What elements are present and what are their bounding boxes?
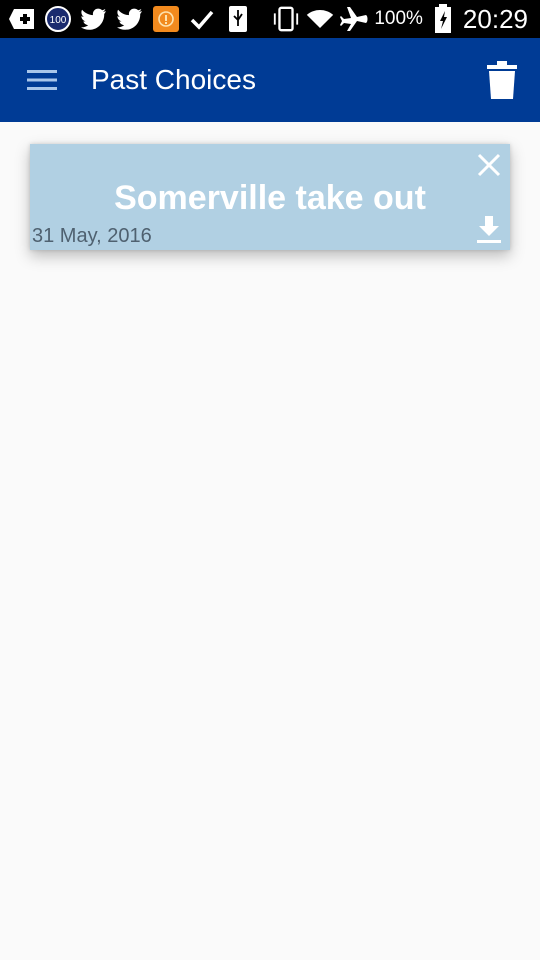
airplane-icon	[340, 5, 368, 33]
wifi-icon	[306, 5, 334, 33]
choice-title: Somerville take out	[114, 179, 426, 217]
usb-icon	[224, 5, 252, 33]
choice-date: 31 May, 2016	[32, 225, 152, 247]
twitter-icon	[116, 5, 144, 33]
check-icon	[188, 5, 216, 33]
past-choice-card[interactable]: Somerville take out 31 May, 2016	[30, 144, 510, 250]
status-bar-notifications: 100	[0, 5, 252, 33]
download-icon[interactable]	[474, 214, 504, 246]
hamburger-menu-icon[interactable]	[20, 58, 64, 102]
twitter-icon	[80, 5, 108, 33]
plus-box-icon	[8, 5, 36, 33]
trash-icon[interactable]	[480, 56, 524, 104]
battery-charging-icon	[429, 4, 457, 33]
info-app-icon	[152, 5, 180, 33]
clock-time: 20:29	[462, 3, 528, 34]
page-title: Past Choices	[91, 64, 256, 95]
badge-100-icon: 100	[44, 5, 72, 33]
close-icon[interactable]	[474, 150, 504, 180]
vibrate-icon	[272, 5, 300, 33]
battery-percent: 100%	[374, 8, 423, 29]
status-bar-system: 100% 20:29	[272, 4, 540, 35]
badge-number: 100	[50, 15, 67, 26]
status-bar: 100 100% 20:29	[0, 0, 540, 38]
app-bar: Past Choices	[0, 38, 540, 122]
